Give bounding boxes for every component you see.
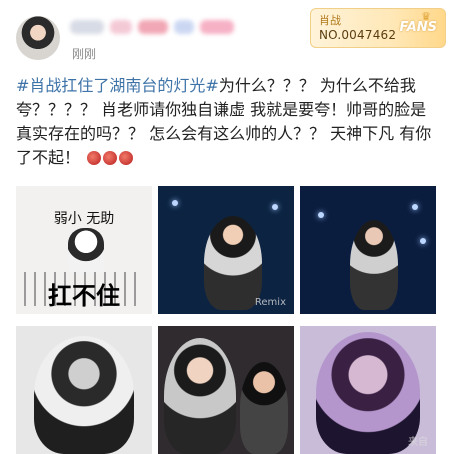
- username-blurred[interactable]: [70, 16, 240, 38]
- fan-badge-tag: FANS: [399, 20, 437, 35]
- singer-silhouette: [350, 220, 398, 310]
- cat-image: [68, 228, 104, 274]
- portrait-illustration: [316, 332, 420, 454]
- post-timestamp: 刚刚: [72, 47, 97, 61]
- image-tile-3[interactable]: [300, 186, 436, 314]
- fan-badge[interactable]: 肖战 NO.0047462 ♛ FANS: [310, 8, 446, 48]
- red-bird-emoji-icon: [103, 151, 118, 165]
- image-tile-1[interactable]: 弱小 无助 扛不住: [16, 186, 152, 314]
- image-tile-5[interactable]: [158, 326, 294, 454]
- emoji-row: [87, 151, 134, 165]
- image-watermark: 来自: [408, 437, 428, 448]
- image-tile-6[interactable]: 来自: [300, 326, 436, 454]
- image-caption-top: 弱小 无助: [53, 211, 115, 227]
- post-header: 刚刚 肖战 NO.0047462 ♛ FANS: [0, 0, 450, 70]
- image-tile-4[interactable]: [16, 326, 152, 454]
- avatar[interactable]: [16, 16, 60, 60]
- image-tile-2[interactable]: Remix: [158, 186, 294, 314]
- fan-badge-number: NO.0047462: [319, 28, 397, 42]
- red-bird-emoji-icon: [119, 151, 134, 165]
- post-text: #肖战扛住了湖南台的灯光#为什么？？？ 为什么不给我夸？？？？ 肖老师请你独自谦…: [16, 74, 436, 170]
- singer-silhouette: [204, 216, 262, 310]
- image-grid: 弱小 无助 扛不住 Remix 来自: [16, 186, 436, 454]
- topic-link[interactable]: #肖战扛住了湖南台的灯光#: [16, 76, 219, 95]
- fan-badge-name: 肖战: [319, 14, 341, 27]
- portrait-side: [240, 362, 288, 454]
- red-bird-emoji-icon: [87, 151, 102, 165]
- image-watermark: Remix: [254, 297, 286, 308]
- portrait-surprised: [164, 338, 236, 454]
- image-caption-bottom: 扛不住: [48, 282, 120, 310]
- portrait-grayscale: [34, 336, 134, 454]
